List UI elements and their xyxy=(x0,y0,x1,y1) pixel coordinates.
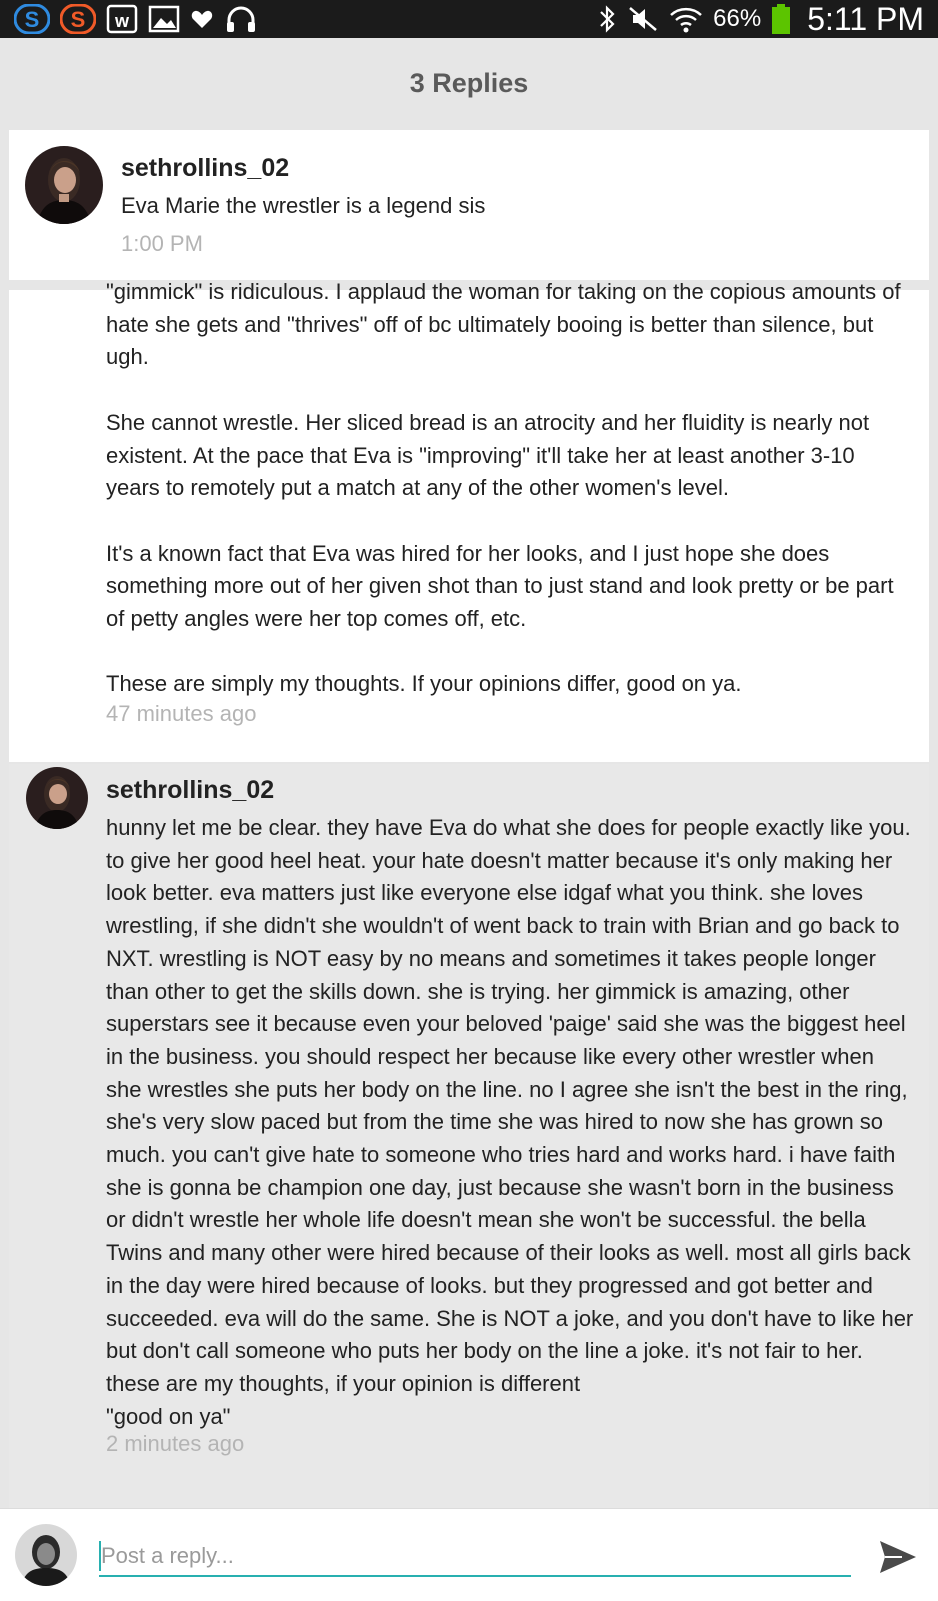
status-bar: S S w 66% 5:11 PM xyxy=(0,0,938,38)
w-app-icon: w xyxy=(106,4,138,34)
reply-card-2: sethrollins_02 hunny let me be clear. th… xyxy=(9,764,929,1510)
mute-icon xyxy=(627,4,659,34)
thread-header: 3 Replies xyxy=(0,38,938,128)
page-title: 3 Replies xyxy=(409,67,529,98)
reply-composer xyxy=(0,1508,938,1601)
original-post-card: sethrollins_02 Eva Marie the wrestler is… xyxy=(9,130,929,280)
reply-timestamp: 47 minutes ago xyxy=(106,701,257,726)
send-button[interactable] xyxy=(875,1537,921,1577)
system-icons: 66% 5:11 PM xyxy=(597,0,924,38)
post-timestamp: 1:00 PM xyxy=(121,231,203,256)
s-app-icon-blue: S xyxy=(14,4,50,34)
avatar[interactable] xyxy=(26,767,88,829)
gallery-icon xyxy=(148,4,180,34)
reply-text: "gimmick" is ridiculous. I applaud the w… xyxy=(106,279,901,697)
headphones-icon xyxy=(224,4,258,34)
current-user-avatar xyxy=(15,1524,77,1586)
reply-text: hunny let me be clear. they have Eva do … xyxy=(106,815,914,1429)
text-cursor xyxy=(99,1541,101,1571)
post-text: Eva Marie the wrestler is a legend sis xyxy=(121,193,486,218)
avatar[interactable] xyxy=(25,146,103,224)
username[interactable]: sethrollins_02 xyxy=(121,154,289,183)
battery-percent: 66% xyxy=(713,5,762,32)
wifi-icon xyxy=(669,4,703,34)
svg-text:S: S xyxy=(71,7,86,32)
svg-text:S: S xyxy=(25,7,40,32)
svg-text:w: w xyxy=(114,11,130,31)
notification-icons: S S w xyxy=(14,0,258,38)
heart-icon xyxy=(190,7,214,31)
reply-card-1: "gimmick" is ridiculous. I applaud the w… xyxy=(9,279,929,762)
bluetooth-icon xyxy=(597,4,617,34)
s-app-icon-orange: S xyxy=(60,4,96,34)
username[interactable]: sethrollins_02 xyxy=(106,776,274,805)
battery-icon xyxy=(771,3,791,35)
reply-timestamp: 2 minutes ago xyxy=(106,1431,245,1456)
send-icon xyxy=(880,1541,916,1573)
reply-input[interactable] xyxy=(99,1539,853,1573)
reply-field xyxy=(99,1539,853,1577)
clock: 5:11 PM xyxy=(807,0,924,37)
